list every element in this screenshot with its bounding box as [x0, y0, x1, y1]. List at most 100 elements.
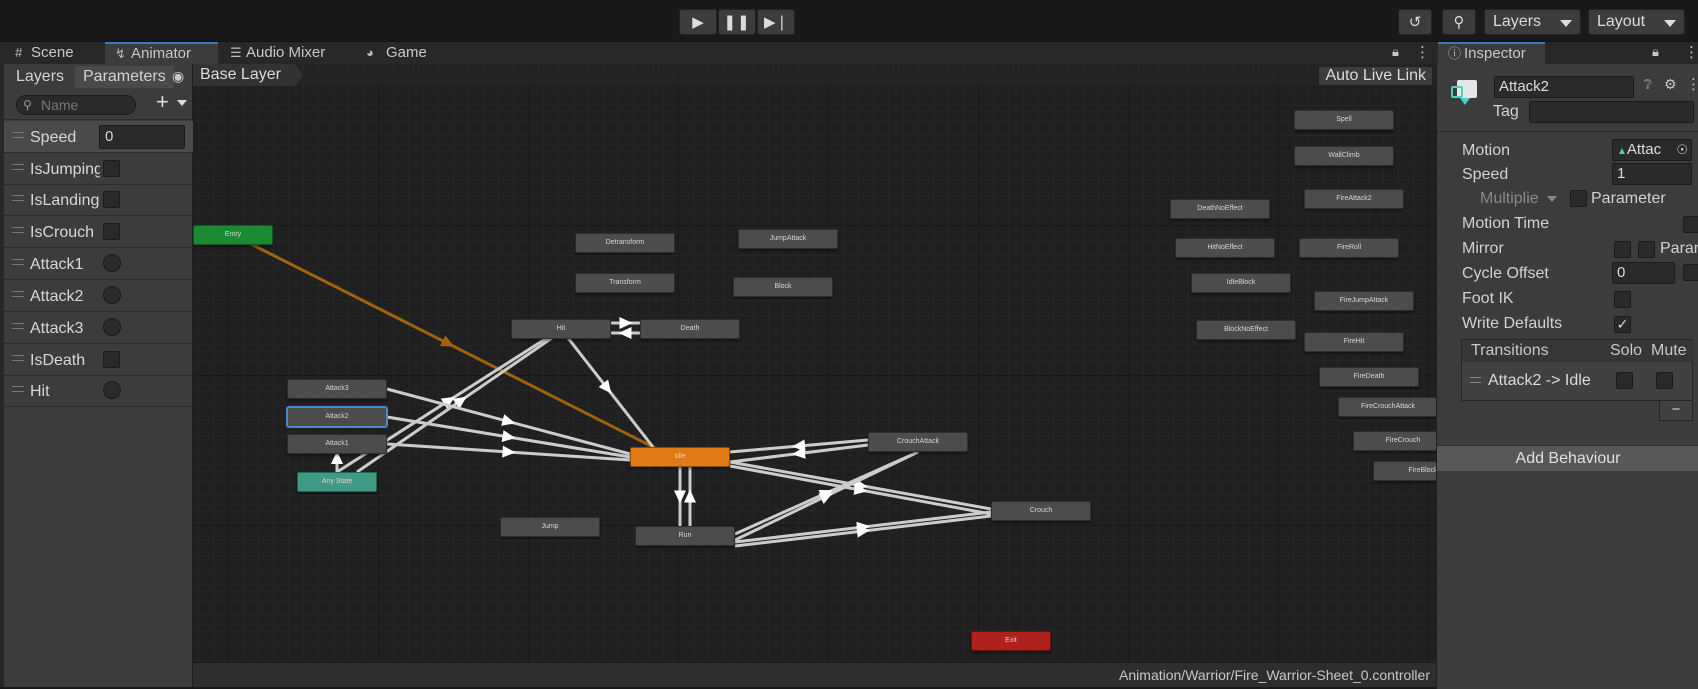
state-node-exit[interactable]: Exit: [971, 631, 1051, 651]
parameter-bool-checkbox[interactable]: [103, 223, 120, 240]
state-node-any-state[interactable]: Any State: [297, 472, 377, 492]
object-picker-icon[interactable]: ☉: [1676, 140, 1688, 160]
write-defaults-checkbox[interactable]: ✓: [1614, 316, 1631, 333]
drag-handle-icon[interactable]: [12, 164, 24, 170]
drag-handle-icon[interactable]: [12, 355, 24, 361]
add-parameter-button[interactable]: +: [156, 91, 190, 114]
foot-ik-checkbox[interactable]: [1614, 291, 1631, 308]
solo-checkbox[interactable]: [1616, 372, 1633, 389]
state-node-crouch[interactable]: Crouch: [991, 501, 1091, 521]
play-button[interactable]: ▶: [679, 9, 717, 35]
breadcrumb-base-layer[interactable]: Base Layer: [193, 64, 303, 86]
tab-game[interactable]: ◕ Game: [356, 42, 446, 64]
state-node-fireroll[interactable]: FireRoll: [1299, 238, 1399, 258]
parameter-row[interactable]: IsLanding: [4, 184, 193, 216]
state-node-detransform[interactable]: Detransform: [575, 233, 675, 253]
speed-field[interactable]: 1: [1612, 163, 1692, 185]
state-node-hitnoeffect[interactable]: HitNoEffect: [1175, 238, 1275, 258]
step-button[interactable]: ▶❘: [757, 9, 795, 35]
chevron-down-icon[interactable]: [1547, 196, 1557, 202]
motion-time-checkbox[interactable]: [1683, 216, 1698, 233]
cycle-offset-field[interactable]: 0: [1612, 262, 1675, 284]
state-node-attack1[interactable]: Attack1: [287, 434, 387, 454]
state-node-wallclimb[interactable]: WallClimb: [1294, 146, 1394, 166]
parameter-row[interactable]: Attack1: [4, 248, 193, 280]
state-node-firejumpattack[interactable]: FireJumpAttack: [1314, 291, 1414, 311]
drag-handle-icon[interactable]: [12, 227, 24, 233]
parameter-trigger-radio[interactable]: [103, 254, 121, 272]
tab-inspector[interactable]: ⓘ Inspector: [1438, 42, 1545, 64]
preset-icon[interactable]: ⚙: [1664, 76, 1677, 93]
state-node-idleblock[interactable]: IdleBlock: [1191, 273, 1291, 293]
drag-handle-icon[interactable]: [12, 386, 24, 392]
state-node-spell[interactable]: Spell: [1294, 110, 1394, 130]
state-node-attack3[interactable]: Attack3: [287, 379, 387, 399]
parameter-row[interactable]: IsDeath: [4, 344, 193, 376]
remove-transition-button[interactable]: −: [1659, 401, 1693, 421]
transition-row[interactable]: Attack2 -> Idle: [1462, 362, 1694, 400]
drag-handle-icon[interactable]: [12, 132, 24, 138]
state-node-run[interactable]: Run: [635, 526, 735, 546]
pause-button[interactable]: ❚❚: [718, 9, 756, 35]
layers-dropdown[interactable]: Layers: [1484, 9, 1581, 35]
mirror-checkbox[interactable]: [1614, 241, 1631, 258]
tab-audio-mixer[interactable]: ☰ Audio Mixer: [220, 42, 360, 64]
state-node-jumpattack[interactable]: JumpAttack: [738, 229, 838, 249]
state-node-deathnoeffect[interactable]: DeathNoEffect: [1170, 199, 1270, 219]
cycle-offset-parameter-checkbox[interactable]: [1683, 264, 1698, 281]
tab-scene[interactable]: # Scene: [5, 42, 101, 64]
eye-icon[interactable]: ◉: [172, 68, 184, 85]
state-node-firecrouch[interactable]: FireCrouch: [1353, 431, 1436, 451]
lock-icon[interactable]: 🔒︎: [1652, 44, 1659, 60]
mirror-parameter-checkbox[interactable]: [1638, 241, 1655, 258]
state-machine-graph[interactable]: Entry Any State Exit Idle Attack3 Attack2 Atta…: [193, 64, 1436, 687]
parameter-bool-checkbox[interactable]: [103, 351, 120, 368]
state-node-attack2[interactable]: Attack2: [287, 407, 387, 427]
parameter-trigger-radio[interactable]: [103, 381, 121, 399]
state-node-hit[interactable]: Hit: [511, 319, 611, 339]
state-node-firecrouchattack[interactable]: FireCrouchAttack: [1338, 397, 1436, 417]
parameter-row[interactable]: Speed 0: [4, 121, 193, 153]
state-node-idle[interactable]: Idle: [630, 447, 730, 467]
parameter-row[interactable]: Attack2: [4, 280, 193, 312]
mute-checkbox[interactable]: [1656, 372, 1673, 389]
tag-field[interactable]: [1529, 101, 1694, 123]
parameter-value-field[interactable]: 0: [99, 125, 185, 149]
state-node-fireattack2[interactable]: FireAttack2: [1304, 189, 1404, 209]
layout-dropdown[interactable]: Layout: [1588, 9, 1685, 35]
drag-handle-icon[interactable]: [12, 323, 24, 329]
state-node-entry[interactable]: Entry: [193, 225, 273, 245]
state-node-fireblock[interactable]: FireBlock: [1373, 461, 1436, 481]
drag-handle-icon[interactable]: [12, 195, 24, 201]
kebab-menu-icon[interactable]: ⋮: [1686, 75, 1698, 93]
multiplier-parameter-checkbox[interactable]: [1570, 190, 1587, 207]
tab-animator[interactable]: ↯ Animator: [105, 42, 218, 64]
tab-layers[interactable]: Layers: [8, 66, 72, 88]
drag-handle-icon[interactable]: [1470, 377, 1481, 383]
state-node-jump[interactable]: Jump: [500, 517, 600, 537]
help-icon[interactable]: ❔︎: [1644, 77, 1652, 93]
kebab-menu-icon[interactable]: ⋮: [1415, 43, 1430, 61]
state-node-blocknoeffect[interactable]: BlockNoEffect: [1196, 320, 1296, 340]
state-node-firedeath[interactable]: FireDeath: [1319, 367, 1419, 387]
parameter-bool-checkbox[interactable]: [103, 191, 120, 208]
drag-handle-icon[interactable]: [12, 291, 24, 297]
auto-live-link-button[interactable]: Auto Live Link: [1318, 66, 1433, 86]
tab-parameters[interactable]: Parameters: [75, 66, 174, 88]
drag-handle-icon[interactable]: [12, 259, 24, 265]
add-behaviour-button[interactable]: Add Behaviour: [1437, 445, 1698, 471]
state-name-field[interactable]: Attack2: [1494, 76, 1634, 98]
state-node-block[interactable]: Block: [733, 277, 833, 297]
motion-field[interactable]: ▲Attac ☉: [1612, 139, 1692, 161]
parameter-row[interactable]: IsJumping: [4, 153, 193, 185]
parameter-trigger-radio[interactable]: [103, 318, 121, 336]
parameter-search-input[interactable]: ⚲ Name: [16, 95, 136, 115]
parameter-bool-checkbox[interactable]: [103, 160, 120, 177]
search-button[interactable]: ⚲: [1442, 9, 1476, 35]
parameter-trigger-radio[interactable]: [103, 286, 121, 304]
lock-icon[interactable]: 🔒︎: [1392, 44, 1399, 60]
state-node-death[interactable]: Death: [640, 319, 740, 339]
state-node-crouchattack[interactable]: CrouchAttack: [868, 432, 968, 452]
state-node-transform[interactable]: Transform: [575, 273, 675, 293]
parameter-row[interactable]: Attack3: [4, 312, 193, 344]
